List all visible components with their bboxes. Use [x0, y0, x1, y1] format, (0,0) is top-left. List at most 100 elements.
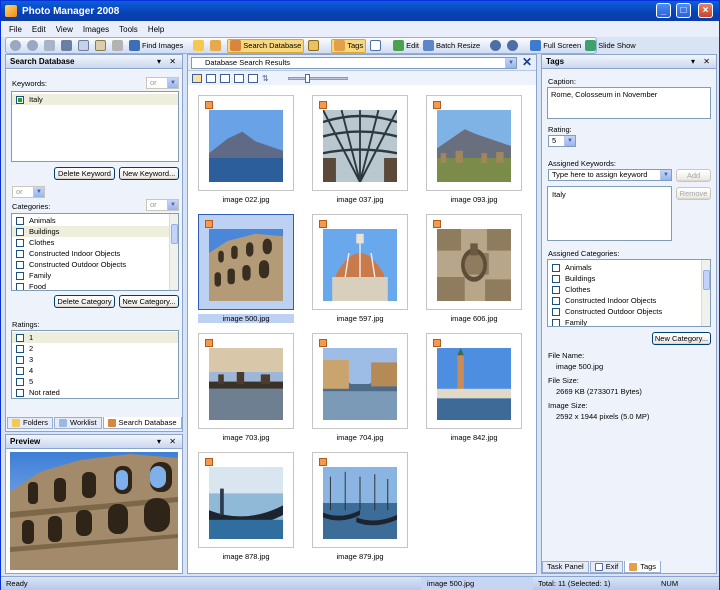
- back-button[interactable]: [10, 40, 23, 51]
- checkbox[interactable]: [16, 271, 24, 280]
- checkbox[interactable]: [552, 285, 560, 294]
- menu-edit[interactable]: Edit: [32, 25, 46, 34]
- edit-button[interactable]: Edit: [393, 40, 419, 51]
- cut-button[interactable]: [61, 40, 74, 51]
- checkbox[interactable]: [16, 260, 24, 269]
- icons-view-icon[interactable]: [220, 73, 230, 83]
- list-item[interactable]: 4: [12, 365, 178, 376]
- close-button[interactable]: ×: [698, 3, 713, 18]
- list-item[interactable]: Buildings: [12, 226, 178, 237]
- sort-icon[interactable]: ⇅: [262, 74, 274, 83]
- checkbox[interactable]: [16, 366, 24, 375]
- thumbnail-caption[interactable]: image 093.jpg: [426, 195, 522, 204]
- thumbnail-caption[interactable]: image 500.jpg: [198, 314, 294, 323]
- results-source-select[interactable]: Database Search Results ▼: [191, 57, 517, 69]
- rating-select[interactable]: 5 ▼: [548, 135, 576, 147]
- checkbox[interactable]: [16, 216, 24, 225]
- scrollbar-thumb[interactable]: [703, 270, 710, 290]
- add-keyword-button[interactable]: Add: [676, 169, 711, 182]
- list-item[interactable]: Italy: [12, 94, 178, 105]
- details-view-icon[interactable]: [248, 73, 258, 83]
- checkbox[interactable]: [16, 238, 24, 247]
- list-item[interactable]: Buildings: [548, 273, 710, 284]
- checkbox[interactable]: [552, 296, 560, 305]
- list-view-icon[interactable]: [234, 73, 244, 83]
- title-bar[interactable]: Photo Manager 2008 _ □ ×: [1, 1, 719, 21]
- caption-input[interactable]: Rome, Colosseum in November: [547, 87, 711, 119]
- rotate-right-button[interactable]: [507, 40, 520, 51]
- copy-button[interactable]: [78, 40, 91, 51]
- pin-close-controls[interactable]: ▾ ✕: [691, 55, 713, 69]
- tiles-view-icon[interactable]: [206, 73, 216, 83]
- checkbox[interactable]: [16, 227, 24, 236]
- checkbox[interactable]: [16, 249, 24, 258]
- list-item[interactable]: Animals: [12, 215, 178, 226]
- category-mode-select[interactable]: or ▼: [146, 199, 179, 211]
- list-item[interactable]: 1: [12, 332, 178, 343]
- new-keyword-button[interactable]: New Keyword...: [119, 167, 179, 180]
- new-category-button[interactable]: New Category...: [119, 295, 179, 308]
- list-item[interactable]: Food: [12, 281, 178, 290]
- assigned-keywords-list[interactable]: Italy: [547, 186, 672, 241]
- tab-worklist[interactable]: Worklist: [54, 417, 102, 429]
- checkbox[interactable]: [16, 95, 24, 104]
- list-item[interactable]: Family: [12, 270, 178, 281]
- thumbnail-caption[interactable]: image 879.jpg: [312, 552, 408, 561]
- scrollbar-thumb[interactable]: [171, 224, 178, 244]
- thumbnail-item[interactable]: [426, 214, 522, 310]
- list-item[interactable]: 3: [12, 354, 178, 365]
- menu-view[interactable]: View: [56, 25, 73, 34]
- thumbnail-item[interactable]: [198, 452, 294, 548]
- full-screen-button[interactable]: Full Screen: [530, 40, 581, 51]
- search-database-button[interactable]: Search Database: [227, 38, 305, 53]
- thumbnail-caption[interactable]: image 597.jpg: [312, 314, 408, 323]
- close-results-icon[interactable]: ✕: [522, 55, 532, 69]
- menu-images[interactable]: Images: [83, 25, 109, 34]
- list-item[interactable]: 5: [12, 376, 178, 387]
- thumbnail-item[interactable]: [198, 95, 294, 191]
- list-item[interactable]: Constructed Indoor Objects: [12, 248, 178, 259]
- categories-scrollbar[interactable]: [169, 214, 178, 290]
- tab-search-database[interactable]: Search Database: [102, 417, 182, 429]
- categories-list[interactable]: Animals Buildings Clothes Constructed Indoo…: [11, 213, 179, 291]
- thumbnail-item[interactable]: [312, 452, 408, 548]
- tab-folders[interactable]: Folders: [7, 417, 54, 429]
- slide-show-button[interactable]: Slide Show: [585, 40, 636, 51]
- tab-task-panel[interactable]: Task Panel: [542, 561, 589, 573]
- list-item[interactable]: Family: [548, 317, 710, 326]
- thumbnail-item[interactable]: [312, 214, 408, 310]
- assigned-categories-list[interactable]: Animals Buildings Clothes Constructed Indoo…: [547, 259, 711, 327]
- list-item[interactable]: 2: [12, 343, 178, 354]
- category-join-select[interactable]: or ▼: [12, 186, 45, 198]
- panel-toggle-button[interactable]: [308, 40, 321, 51]
- thumbnail-caption[interactable]: image 842.jpg: [426, 433, 522, 442]
- list-item[interactable]: Constructed Outdoor Objects: [548, 306, 710, 317]
- categories-scrollbar[interactable]: [701, 260, 710, 326]
- checkbox[interactable]: [552, 263, 560, 272]
- keywords-list[interactable]: Italy: [11, 91, 179, 162]
- find-images-button[interactable]: Find Images: [129, 40, 183, 51]
- checkbox[interactable]: [16, 282, 24, 290]
- list-item[interactable]: Constructed Indoor Objects: [548, 295, 710, 306]
- slider-handle[interactable]: [305, 73, 310, 83]
- list-item[interactable]: Not rated: [12, 387, 178, 398]
- new-category-button[interactable]: New Category...: [652, 332, 711, 345]
- checkbox[interactable]: [16, 344, 24, 353]
- list-item[interactable]: Clothes: [548, 284, 710, 295]
- thumbnail-item[interactable]: [198, 333, 294, 429]
- menu-help[interactable]: Help: [148, 25, 164, 34]
- list-item[interactable]: Italy: [548, 189, 671, 200]
- pin-close-controls[interactable]: ▾ ✕: [157, 55, 179, 69]
- tags-button[interactable]: Tags: [331, 38, 367, 53]
- checkbox[interactable]: [552, 274, 560, 283]
- menu-file[interactable]: File: [9, 25, 22, 34]
- pin-close-controls[interactable]: ▾ ✕: [157, 435, 179, 449]
- grid-view-button[interactable]: [370, 40, 383, 51]
- thumbnail-item[interactable]: [426, 95, 522, 191]
- delete-category-button[interactable]: Delete Category: [54, 295, 115, 308]
- checkbox[interactable]: [16, 377, 24, 386]
- thumbnail-caption[interactable]: image 704.jpg: [312, 433, 408, 442]
- batch-resize-button[interactable]: Batch Resize: [423, 40, 480, 51]
- checkbox[interactable]: [552, 318, 560, 326]
- thumbnail-caption[interactable]: image 022.jpg: [198, 195, 294, 204]
